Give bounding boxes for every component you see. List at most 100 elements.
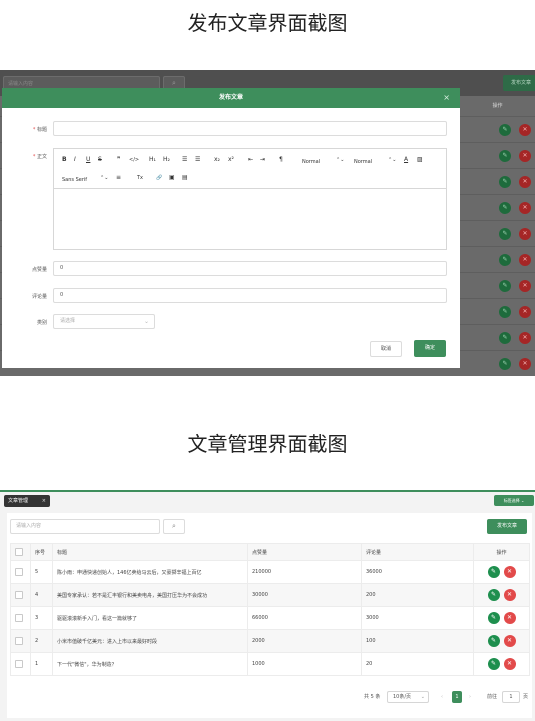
bold-icon[interactable]: B [62,155,67,165]
header-select[interactable]: Normal [354,157,372,167]
delete-icon[interactable]: ✕ [519,254,531,266]
edit-icon[interactable]: ✎ [487,612,500,624]
chevron-down-icon[interactable]: ⌃⌄ [336,155,344,165]
search-icon: ⌕ [172,522,176,530]
strikethrough-icon[interactable]: S [98,155,102,165]
h2-icon[interactable]: H₂ [163,155,170,165]
row-checkbox[interactable] [10,629,31,653]
tab-options-button[interactable]: 标签选择 ⌄ [494,495,534,506]
delete-icon[interactable]: ✕ [519,176,531,188]
delete-icon[interactable]: ✕ [503,566,516,578]
delete-icon[interactable]: ✕ [519,332,531,344]
edit-icon[interactable]: ✎ [499,150,511,162]
cancel-button[interactable]: 取消 [370,341,402,357]
header-likes: 点赞量 [247,543,362,561]
font-select[interactable]: Sans Serif [62,175,87,185]
underline-icon[interactable]: U [86,155,90,165]
italic-icon[interactable]: I [74,155,76,165]
edit-icon[interactable]: ✎ [487,589,500,601]
close-icon[interactable]: × [42,495,46,507]
chevron-down-icon[interactable]: ⌃⌄ [100,173,108,183]
h1-icon[interactable]: H₁ [149,155,156,165]
search-button[interactable]: ⌕ [163,519,185,534]
delete-icon[interactable]: ✕ [519,358,531,370]
row-ops: ✎ ✕ [473,560,530,584]
category-placeholder: 请选择 [60,318,76,324]
edit-icon[interactable]: ✎ [499,202,511,214]
comments-field[interactable]: 0 [53,288,447,303]
next-page-button[interactable]: › [469,691,471,703]
close-icon[interactable]: × [443,88,450,108]
goto-page-input[interactable]: 1 [502,691,520,703]
delete-icon[interactable]: ✕ [503,658,516,670]
tab-article-manage[interactable]: 文章管理 × [4,495,50,507]
row-no: 2 [30,629,53,653]
page-1-button[interactable]: 1 [452,691,462,703]
row-likes: 66000 [247,606,362,630]
superscript-icon[interactable]: x² [228,155,234,165]
delete-icon[interactable]: ✕ [503,589,516,601]
confirm-button[interactable]: 确定 [414,340,446,357]
bullet-list-icon[interactable]: ☰ [195,155,200,165]
title-label: * 标题 [32,127,47,133]
delete-icon[interactable]: ✕ [519,280,531,292]
page-size-select[interactable]: 10条/页 ⌄ [387,691,429,703]
code-icon[interactable]: </> [129,155,139,165]
outdent-icon[interactable]: ⇤ [248,155,253,165]
row-no: 3 [30,606,53,630]
align-icon[interactable]: ≡ [116,173,121,183]
edit-icon[interactable]: ✎ [499,124,511,136]
background-color-icon[interactable]: ▨ [417,155,423,165]
edit-icon[interactable]: ✎ [499,280,511,292]
publish-article-button[interactable]: 发布文章 [487,519,527,534]
title-field[interactable] [53,121,447,136]
row-likes: 210000 [247,560,362,584]
category-select[interactable]: 请选择 ⌄ [53,314,155,329]
delete-icon[interactable]: ✕ [519,306,531,318]
edit-icon[interactable]: ✎ [499,176,511,188]
page-size-value: 10条/页 [393,694,412,700]
edit-icon[interactable]: ✎ [499,228,511,240]
row-checkbox[interactable] [10,606,31,630]
text-color-icon[interactable]: A [404,155,408,165]
header-no: 序号 [30,543,53,561]
delete-icon[interactable]: ✕ [519,202,531,214]
likes-label: 点赞量 [31,267,47,273]
link-icon[interactable]: 🔗 [156,173,162,183]
edit-icon[interactable]: ✎ [487,658,500,670]
edit-icon[interactable]: ✎ [487,566,500,578]
delete-icon[interactable]: ✕ [519,150,531,162]
row-checkbox[interactable] [10,652,31,676]
delete-icon[interactable]: ✕ [519,124,531,136]
select-all-checkbox[interactable] [10,543,31,561]
delete-icon[interactable]: ✕ [503,612,516,624]
edit-icon[interactable]: ✎ [499,254,511,266]
edit-icon[interactable]: ✎ [499,358,511,370]
delete-icon[interactable]: ✕ [519,228,531,240]
video-icon[interactable]: ▤ [182,173,188,183]
row-checkbox[interactable] [10,583,31,607]
header-ops: 操作 [473,543,530,561]
delete-icon[interactable]: ✕ [503,635,516,647]
row-comments: 100 [361,629,474,653]
image-icon[interactable]: ▣ [169,173,175,183]
ordered-list-icon[interactable]: ☰ [182,155,187,165]
text-direction-icon[interactable]: ¶ [279,155,283,165]
indent-icon[interactable]: ⇥ [260,155,265,165]
edit-icon[interactable]: ✎ [487,635,500,647]
search-input[interactable]: 请输入内容 [10,519,160,534]
row-no: 5 [30,560,53,584]
likes-field[interactable]: 0 [53,261,447,276]
row-checkbox[interactable] [10,560,31,584]
edit-icon[interactable]: ✎ [499,332,511,344]
prev-page-button[interactable]: ‹ [441,691,443,703]
tab-label: 文章管理 [8,498,29,504]
size-select[interactable]: Normal [302,157,320,167]
edit-icon[interactable]: ✎ [499,306,511,318]
subscript-icon[interactable]: x₂ [214,155,220,165]
quote-icon[interactable]: ❞ [117,155,120,165]
chevron-down-icon[interactable]: ⌃⌄ [388,155,396,165]
rich-text-editor[interactable]: B I U S ❞ </> H₁ H₂ ☰ ☰ x₂ x² ⇤ ⇥ ¶ Norm… [53,148,447,250]
clear-format-icon[interactable]: Tx [137,173,143,183]
background-add-button[interactable]: 发布文章 [503,75,535,91]
